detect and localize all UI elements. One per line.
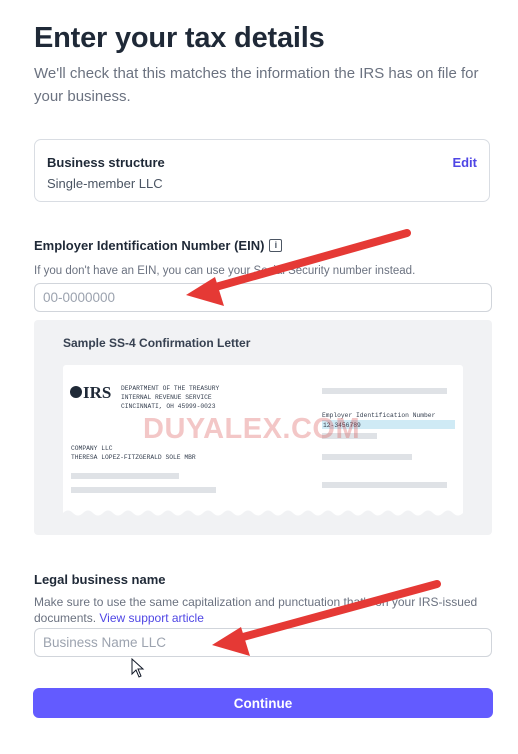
dept-line-2: INTERNAL REVENUE SERVICE bbox=[121, 394, 212, 401]
dept-line-1: DEPARTMENT OF THE TREASURY bbox=[121, 385, 219, 392]
legal-name-help: Make sure to use the same capitalization… bbox=[34, 594, 484, 626]
company-line-1: COMPANY LLC bbox=[71, 445, 113, 452]
business-structure-label: Business structure bbox=[47, 155, 165, 170]
ein-help-text: If you don't have an EIN, you can use yo… bbox=[34, 265, 416, 277]
ein-input[interactable] bbox=[34, 283, 492, 312]
ein-label-text: Employer Identification Number (EIN) bbox=[34, 238, 265, 253]
company-line-2: THERESA LOPEZ-FITZGERALD SOLE MBR bbox=[71, 454, 196, 461]
ein-label: Employer Identification Number (EIN) i bbox=[34, 238, 283, 253]
sample-letter-title: Sample SS-4 Confirmation Letter bbox=[63, 336, 251, 350]
page-subtitle: We'll check that this matches the inform… bbox=[34, 65, 479, 105]
irs-logo: IRS bbox=[70, 383, 111, 402]
edit-business-structure-link[interactable]: Edit bbox=[452, 155, 477, 170]
mouse-cursor-icon bbox=[131, 658, 145, 678]
ein-sample-value: 12-3456789 bbox=[323, 422, 361, 429]
legal-business-name-input[interactable] bbox=[34, 628, 492, 657]
sample-letter-panel: Sample SS-4 Confirmation Letter IRS DEPA… bbox=[34, 320, 492, 535]
page-title: Enter your tax details bbox=[34, 22, 325, 54]
dept-line-3: CINCINNATI, OH 45999-0023 bbox=[121, 403, 216, 410]
info-icon[interactable]: i bbox=[269, 239, 283, 252]
business-structure-value: Single-member LLC bbox=[47, 176, 163, 191]
irs-logo-text: IRS bbox=[83, 383, 111, 402]
business-structure-card: Business structure Single-member LLC Edi… bbox=[34, 139, 490, 202]
view-support-article-link[interactable]: View support article bbox=[99, 611, 204, 625]
ein-heading-text: Employer Identification Number bbox=[322, 412, 436, 419]
legal-name-label: Legal business name bbox=[34, 572, 166, 587]
continue-button[interactable]: Continue bbox=[33, 688, 493, 718]
sample-letter-image: IRS DEPARTMENT OF THE TREASURY INTERNAL … bbox=[63, 365, 463, 522]
